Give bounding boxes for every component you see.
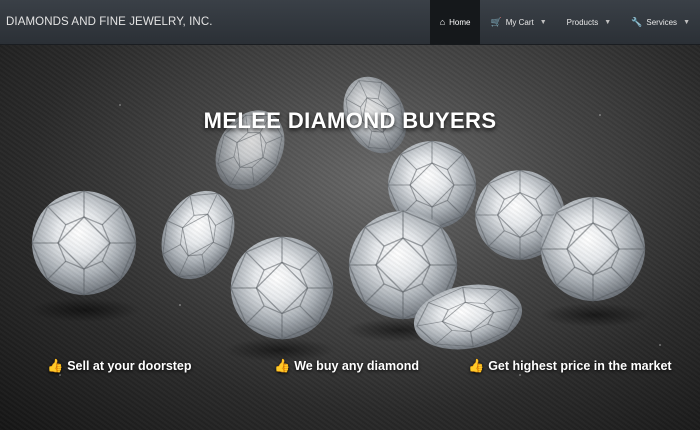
hero-headline: MELEE DIAMOND BUYERS [203, 108, 497, 133]
nav-item-home[interactable]: ⌂ Home [429, 0, 481, 45]
nav-item-services[interactable]: 🔧 Services ▼ [621, 0, 700, 45]
nav-menu: ⌂ Home 🛒 My Cart ▼ Products ▼ 🔧 Services… [429, 0, 700, 45]
thumbs-up-icon: 👍 [274, 358, 291, 373]
nav-item-label: Home [449, 17, 471, 27]
feature-buy-any-diamond: 👍 We buy any diamond [274, 358, 419, 374]
thumbs-up-icon: 👍 [47, 358, 64, 373]
wrench-icon: 🔧 [631, 16, 643, 27]
top-navbar: DIAMONDS AND FINE JEWELRY, INC. ⌂ Home 🛒… [0, 0, 700, 45]
nav-item-label: My Cart [505, 17, 534, 27]
thumbs-up-icon: 👍 [468, 358, 485, 373]
home-icon: ⌂ [439, 17, 446, 27]
nav-item-label: Products [566, 17, 599, 27]
chevron-down-icon: ▼ [539, 18, 547, 26]
chevron-down-icon: ▼ [604, 18, 612, 26]
cart-icon: 🛒 [490, 16, 502, 27]
chevron-down-icon: ▼ [683, 18, 690, 26]
feature-label: Sell at your doorstep [67, 359, 192, 373]
brand-logo-text[interactable]: DIAMONDS AND FINE JEWELRY, INC. [0, 16, 213, 28]
hero-banner: MELEE DIAMOND BUYERS 👍 Sell at your door… [0, 45, 700, 430]
feature-label: We buy any diamond [294, 359, 419, 373]
feature-highest-price: 👍 Get highest price in the market [468, 358, 672, 374]
nav-item-my-cart[interactable]: 🛒 My Cart ▼ [480, 0, 556, 45]
feature-label: Get highest price in the market [488, 359, 672, 373]
nav-item-products[interactable]: Products ▼ [557, 0, 622, 45]
feature-sell-at-doorstep: 👍 Sell at your doorstep [47, 358, 192, 374]
nav-item-label: Services [646, 17, 678, 27]
